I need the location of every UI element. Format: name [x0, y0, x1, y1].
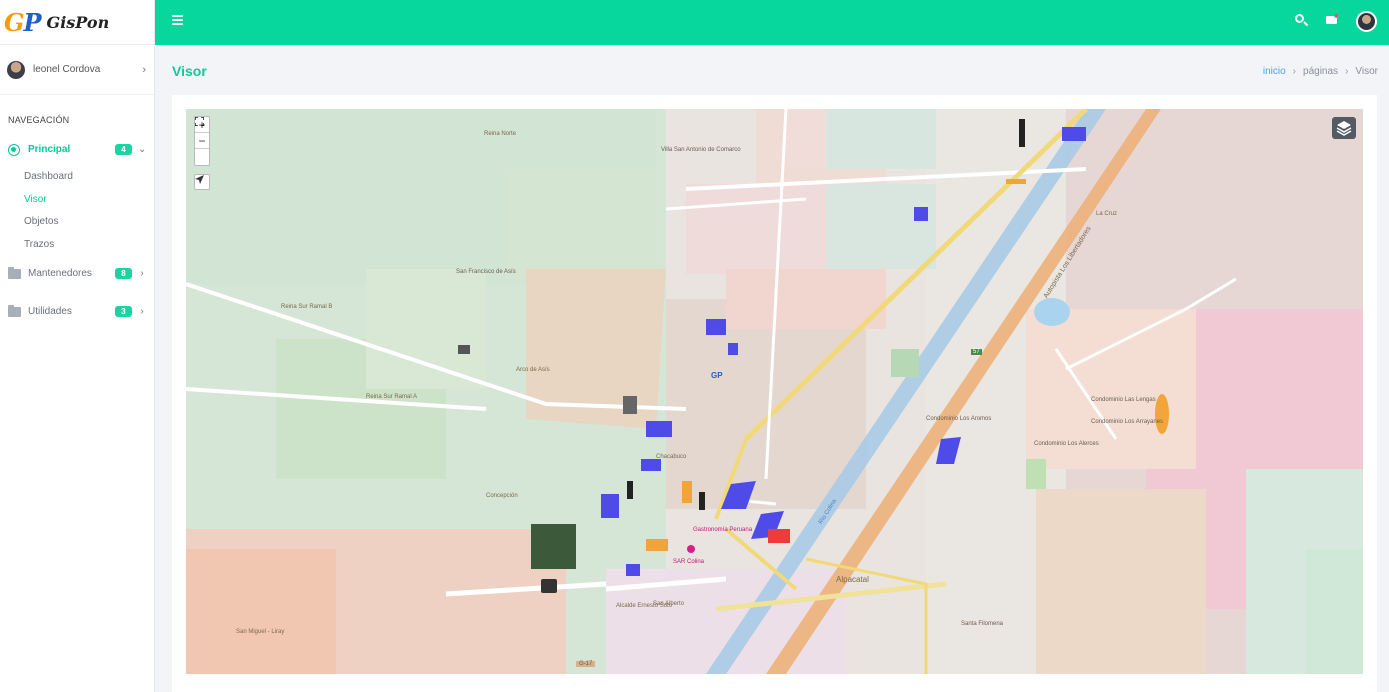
sidebar: GP GisPon leonel Cordova › NAVEGACIÓN Pr… [0, 0, 155, 692]
map-label: Alpacatal [836, 575, 869, 584]
folder-icon [7, 266, 21, 280]
chevron-down-icon: ⌄ [138, 144, 147, 155]
principal-icon [7, 143, 21, 156]
folder-icon [7, 304, 21, 318]
map-label: Chacabuco [656, 454, 687, 460]
search-icon[interactable] [1293, 12, 1309, 28]
menu-icon[interactable] [172, 15, 183, 25]
map-label: Gastronomía Peruana [693, 527, 753, 533]
breadcrumb-current: Visor [1355, 66, 1378, 77]
map-label: Reina Norte [484, 131, 517, 137]
brand-name: GisPon [46, 12, 110, 32]
map-label: Condominio Los Aromos [926, 416, 992, 422]
breadcrumb: inicio › páginas › Visor [1263, 66, 1378, 77]
locate-icon[interactable] [194, 174, 210, 190]
sidebar-subitem-trazos[interactable]: Trazos [0, 234, 154, 257]
sidebar-item-label: Utilidades [28, 306, 72, 317]
nav-section-title: NAVEGACIÓN [8, 115, 70, 125]
route-shield: 57 [971, 349, 982, 355]
route-shield: G-17 [576, 661, 596, 667]
breadcrumb-home[interactable]: inicio [1263, 66, 1286, 77]
map-label: La Cruz [1096, 211, 1118, 217]
map-label: Condominio Las Lengas [1091, 397, 1156, 403]
map-label: San Francisco de Asís [456, 269, 516, 275]
sidebar-item-label: Principal [28, 144, 71, 155]
nav-menu: Principal 4 ⌄ Dashboard Visor Objetos Tr… [0, 141, 154, 320]
map-viewer[interactable]: Villa San Antonio de Comarco Reina Norte… [186, 109, 1363, 674]
map-label: Reina Sur Ramal B [281, 304, 333, 310]
map-label: Condominio Los Alerces [1034, 441, 1099, 447]
map-label: Santa Filomena [961, 621, 1004, 627]
user-avatar [7, 60, 25, 79]
map-label: Condominio Los Arrayanes [1091, 419, 1164, 425]
sidebar-subitem-visor[interactable]: Visor [0, 189, 154, 212]
map-label: Arco de Asís [516, 367, 550, 373]
map-label: San Miguel - Liray [236, 629, 285, 635]
count-badge: 3 [115, 306, 132, 317]
chevron-right-icon: › [140, 268, 144, 279]
sidebar-subitem-dashboard[interactable]: Dashboard [0, 166, 154, 189]
zoom-out-button[interactable]: − [195, 133, 209, 149]
chevron-right-icon: › [140, 306, 144, 317]
map-label: Villa San Antonio de Comarco [661, 147, 741, 153]
user-avatar[interactable] [1356, 11, 1377, 32]
map-canvas [186, 109, 1363, 674]
map-label: SAR Colina [673, 559, 705, 565]
mail-icon[interactable] [1325, 13, 1341, 30]
chevron-right-icon: › [1292, 66, 1297, 77]
sidebar-subitem-objetos[interactable]: Objetos [0, 211, 154, 234]
count-badge: 4 [115, 144, 132, 155]
count-badge: 8 [115, 268, 132, 279]
chevron-right-icon: › [1345, 66, 1349, 77]
topbar [155, 0, 1389, 45]
submenu-principal: Dashboard Visor Objetos Trazos [0, 166, 154, 256]
logo-mark: GP [4, 7, 42, 37]
sidebar-item-label: Mantenedores [28, 268, 92, 279]
breadcrumb-mid: páginas [1303, 66, 1339, 77]
zoom-control: + − [194, 116, 210, 166]
layers-icon[interactable] [1332, 117, 1356, 139]
sidebar-item-utilidades[interactable]: Utilidades 3 › [0, 303, 154, 320]
sidebar-item-mantenedores[interactable]: Mantenedores 8 › [0, 265, 154, 282]
fullscreen-icon[interactable] [195, 117, 209, 165]
chevron-right-icon: › [142, 63, 146, 76]
map-label: Reina Sur Ramal A [366, 394, 418, 400]
brand-logo[interactable]: GP GisPon [0, 0, 154, 45]
sidebar-item-principal[interactable]: Principal 4 ⌄ [0, 141, 154, 158]
page-title: Visor [172, 63, 207, 79]
map-label: Concepción [486, 493, 518, 499]
map-label: San Alberto [653, 601, 685, 607]
gp-marker[interactable]: GP [711, 371, 723, 380]
user-name: leonel Cordova [33, 64, 101, 75]
user-panel[interactable]: leonel Cordova › [0, 45, 154, 95]
